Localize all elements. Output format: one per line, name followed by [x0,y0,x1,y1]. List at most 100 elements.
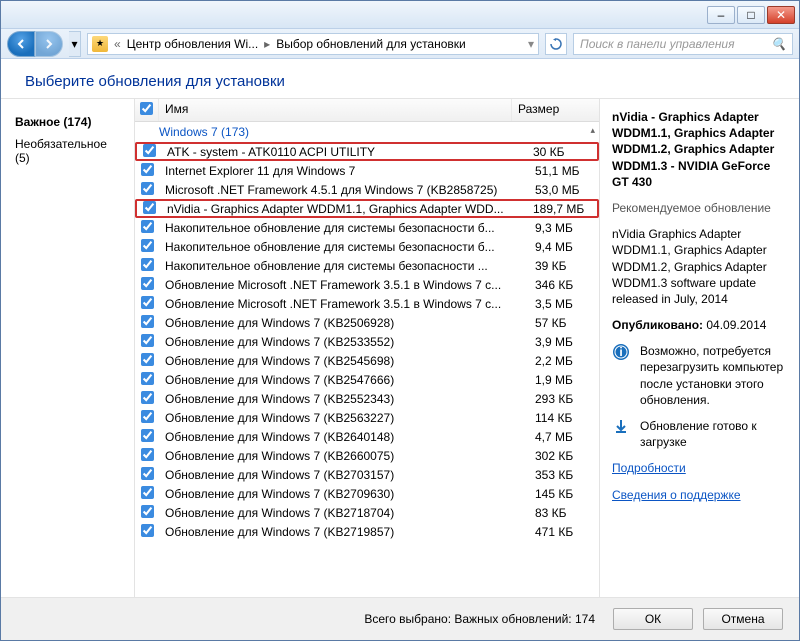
row-checkbox[interactable] [135,372,159,388]
table-row[interactable]: Обновление для Windows 7 (KB2703157)353 … [135,465,599,484]
breadcrumb-part[interactable]: Центр обновления Wi... [127,37,258,51]
maximize-button[interactable]: □ [737,6,765,24]
table-row[interactable]: Накопительное обновление для системы без… [135,237,599,256]
details-ready: Обновление готово к загрузке [612,418,787,450]
row-name: Накопительное обновление для системы без… [159,259,529,273]
row-size: 83 КБ [529,506,599,520]
row-checkbox[interactable] [135,448,159,464]
row-checkbox[interactable] [135,334,159,350]
details-link-more[interactable]: Подробности [612,460,787,476]
row-name: Обновление для Windows 7 (KB2719857) [159,525,529,539]
breadcrumb-part[interactable]: Выбор обновлений для установки [276,37,466,51]
table-row[interactable]: Microsoft .NET Framework 4.5.1 для Windo… [135,180,599,199]
row-checkbox[interactable] [135,467,159,483]
list-header: Имя Размер [135,99,599,122]
row-checkbox[interactable] [135,353,159,369]
category-sidebar: Важное (174) Необязательное (5) [1,99,135,597]
row-size: 302 КБ [529,449,599,463]
row-checkbox[interactable] [135,315,159,331]
breadcrumb-sep-icon: ▸ [264,37,270,51]
row-checkbox[interactable] [135,277,159,293]
row-size: 4,7 МБ [529,430,599,444]
table-row[interactable]: nVidia - Graphics Adapter WDDM1.1, Graph… [135,199,599,218]
row-size: 9,3 МБ [529,221,599,235]
table-row[interactable]: Обновление для Windows 7 (KB2719857)471 … [135,522,599,541]
row-checkbox[interactable] [135,296,159,312]
table-row[interactable]: ATK - system - ATK0110 ACPI UTILITY30 КБ [135,142,599,161]
address-bar[interactable]: ★ « Центр обновления Wi... ▸ Выбор обнов… [87,33,539,55]
table-row[interactable]: Обновление для Windows 7 (KB2640148)4,7 … [135,427,599,446]
row-size: 51,1 МБ [529,164,599,178]
row-checkbox[interactable] [137,144,161,160]
table-row[interactable]: Обновление для Windows 7 (KB2563227)114 … [135,408,599,427]
row-checkbox[interactable] [135,410,159,426]
row-checkbox[interactable] [135,524,159,540]
table-row[interactable]: Накопительное обновление для системы без… [135,218,599,237]
row-checkbox[interactable] [135,163,159,179]
back-button[interactable] [7,31,35,57]
table-row[interactable]: Обновление для Windows 7 (KB2660075)302 … [135,446,599,465]
table-row[interactable]: Обновление для Windows 7 (KB2533552)3,9 … [135,332,599,351]
table-row[interactable]: Обновление для Windows 7 (KB2718704)83 К… [135,503,599,522]
table-row[interactable]: Internet Explorer 11 для Windows 751,1 М… [135,161,599,180]
row-size: 2,2 МБ [529,354,599,368]
forward-button[interactable] [35,31,63,57]
row-checkbox[interactable] [135,391,159,407]
row-name: Обновление для Windows 7 (KB2506928) [159,316,529,330]
row-name: nVidia - Graphics Adapter WDDM1.1, Graph… [161,202,527,216]
row-checkbox[interactable] [137,201,161,217]
close-button[interactable]: ✕ [767,6,795,24]
table-row[interactable]: Обновление для Windows 7 (KB2709630)145 … [135,484,599,503]
list-body[interactable]: Windows 7 (173) ATK - system - ATK0110 A… [135,122,599,597]
row-name: ATK - system - ATK0110 ACPI UTILITY [161,145,527,159]
group-header[interactable]: Windows 7 (173) [135,122,599,142]
table-row[interactable]: Обновление для Windows 7 (KB2552343)293 … [135,389,599,408]
svg-text:i: i [619,345,622,359]
row-name: Обновление для Windows 7 (KB2547666) [159,373,529,387]
table-row[interactable]: Обновление для Windows 7 (KB2545698)2,2 … [135,351,599,370]
row-name: Обновление для Windows 7 (KB2640148) [159,430,529,444]
table-row[interactable]: Обновление для Windows 7 (KB2547666)1,9 … [135,370,599,389]
content-area: Выберите обновления для установки Важное… [1,59,799,640]
sidebar-item-important[interactable]: Важное (174) [1,111,134,133]
row-checkbox[interactable] [135,258,159,274]
table-row[interactable]: Накопительное обновление для системы без… [135,256,599,275]
details-warning: i Возможно, потребуется перезагрузить ко… [612,343,787,408]
row-name: Обновление Microsoft .NET Framework 3.5.… [159,278,529,292]
scroll-up-icon[interactable]: ▴ [590,125,595,136]
details-published: Опубликовано: 04.09.2014 [612,317,787,333]
minimize-button[interactable]: – [707,6,735,24]
table-row[interactable]: Обновление Microsoft .NET Framework 3.5.… [135,294,599,313]
column-header-name[interactable]: Имя [159,99,512,121]
refresh-button[interactable] [545,33,567,55]
row-name: Накопительное обновление для системы без… [159,221,529,235]
row-size: 145 КБ [529,487,599,501]
row-name: Обновление для Windows 7 (KB2552343) [159,392,529,406]
details-pane: nVidia - Graphics Adapter WDDM1.1, Graph… [599,99,799,597]
breadcrumb-sep-icon: « [114,37,121,51]
row-checkbox[interactable] [135,429,159,445]
row-checkbox[interactable] [135,182,159,198]
select-all-checkbox[interactable] [135,99,159,121]
nav-history-dropdown[interactable]: ▾ [69,31,81,57]
row-name: Обновление для Windows 7 (KB2703157) [159,468,529,482]
row-checkbox[interactable] [135,239,159,255]
row-size: 39 КБ [529,259,599,273]
cancel-button[interactable]: Отмена [703,608,783,630]
ok-button[interactable]: ОК [613,608,693,630]
row-checkbox[interactable] [135,220,159,236]
table-row[interactable]: Обновление для Windows 7 (KB2506928)57 К… [135,313,599,332]
column-header-size[interactable]: Размер [512,99,582,121]
sidebar-item-optional[interactable]: Необязательное (5) [1,133,134,169]
row-checkbox[interactable] [135,486,159,502]
row-name: Microsoft .NET Framework 4.5.1 для Windo… [159,183,529,197]
row-checkbox[interactable] [135,505,159,521]
details-title: nVidia - Graphics Adapter WDDM1.1, Graph… [612,109,787,190]
row-size: 9,4 МБ [529,240,599,254]
row-size: 53,0 МБ [529,183,599,197]
details-link-support[interactable]: Сведения о поддержке [612,487,787,503]
search-input[interactable]: Поиск в панели управления 🔍 [573,33,793,55]
row-name: Обновление для Windows 7 (KB2545698) [159,354,529,368]
table-row[interactable]: Обновление Microsoft .NET Framework 3.5.… [135,275,599,294]
row-name: Обновление для Windows 7 (KB2718704) [159,506,529,520]
